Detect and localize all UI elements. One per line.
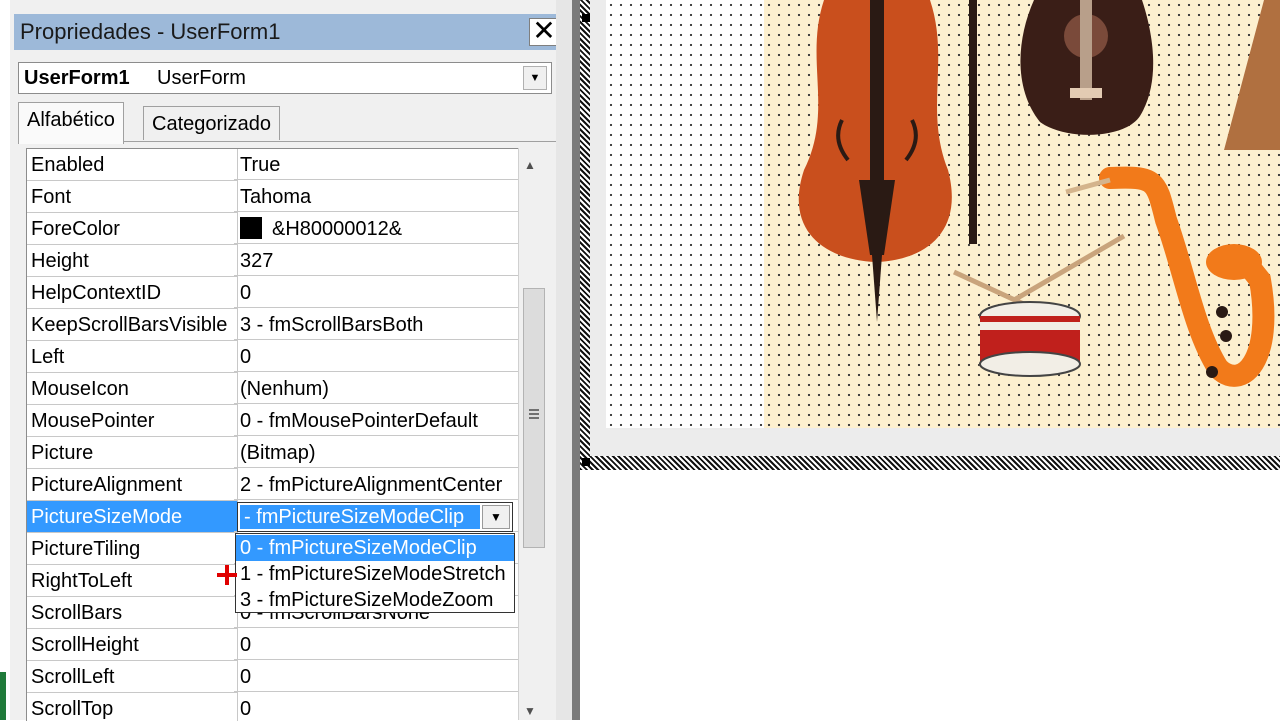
property-name[interactable]: PictureTiling bbox=[27, 533, 238, 565]
pane-splitter[interactable] bbox=[572, 0, 580, 720]
picturesizemode-combobox[interactable]: - fmPictureSizeModeClip ▼ bbox=[237, 502, 513, 532]
option-zoom[interactable]: 3 - fmPictureSizeModeZoom bbox=[236, 587, 514, 612]
instruments-illustration bbox=[798, 0, 1280, 387]
scroll-down-icon[interactable]: ▼ bbox=[524, 704, 536, 718]
property-name[interactable]: MousePointer bbox=[27, 405, 238, 437]
userform-frame[interactable] bbox=[590, 0, 1280, 460]
property-name[interactable]: RightToLeft bbox=[27, 565, 238, 597]
scrollbar-thumb[interactable] bbox=[523, 288, 545, 548]
property-row-keepscrollbarsvisible[interactable]: KeepScrollBarsVisible 3 - fmScrollBarsBot… bbox=[27, 309, 519, 341]
property-row-helpcontextid[interactable]: HelpContextID 0 bbox=[27, 277, 519, 309]
property-name[interactable]: PictureSizeMode bbox=[27, 501, 238, 533]
property-value[interactable]: 0 bbox=[234, 661, 519, 692]
property-row-mouseicon[interactable]: MouseIcon (Nenhum) bbox=[27, 373, 519, 405]
object-name: UserForm1 bbox=[24, 67, 130, 89]
close-button[interactable]: ✕ bbox=[529, 15, 559, 46]
properties-window: Propriedades - UserForm1 ✕ UserForm1 Use… bbox=[0, 0, 572, 721]
property-value[interactable]: (Nenhum) bbox=[234, 373, 519, 404]
property-row-left[interactable]: Left 0 bbox=[27, 341, 519, 373]
property-name[interactable]: Font bbox=[27, 181, 238, 213]
property-name[interactable]: Picture bbox=[27, 437, 238, 469]
resize-handle-bottom-left[interactable] bbox=[582, 458, 590, 466]
property-name[interactable]: Enabled bbox=[27, 149, 238, 181]
property-name[interactable]: PictureAlignment bbox=[27, 469, 238, 501]
picturesizemode-dropdown: 0 - fmPictureSizeModeClip 1 - fmPictureS… bbox=[235, 533, 515, 613]
option-clip[interactable]: 0 - fmPictureSizeModeClip bbox=[236, 535, 514, 561]
property-row-font[interactable]: Font Tahoma bbox=[27, 181, 519, 213]
window-right-edge bbox=[556, 0, 572, 720]
chevron-down-icon[interactable]: ▼ bbox=[482, 505, 510, 529]
property-row-picture[interactable]: Picture (Bitmap) bbox=[27, 437, 519, 469]
window-title: Propriedades - UserForm1 bbox=[20, 19, 281, 44]
property-row-scrollheight[interactable]: ScrollHeight 0 bbox=[27, 629, 519, 661]
property-name[interactable]: ScrollBars bbox=[27, 597, 238, 629]
property-row-scrollleft[interactable]: ScrollLeft 0 bbox=[27, 661, 519, 693]
property-row-height[interactable]: Height 327 bbox=[27, 245, 519, 277]
property-row-scrolltop[interactable]: ScrollTop 0 bbox=[27, 693, 519, 721]
form-selection-border-bottom bbox=[580, 456, 1280, 470]
property-value[interactable]: 3 - fmScrollBarsBoth bbox=[234, 309, 519, 340]
property-value[interactable]: 0 bbox=[234, 277, 519, 308]
property-name[interactable]: MouseIcon bbox=[27, 373, 238, 405]
property-name[interactable]: ForeColor bbox=[27, 213, 238, 245]
property-value[interactable]: Tahoma bbox=[234, 181, 519, 212]
property-value[interactable]: (Bitmap) bbox=[234, 437, 519, 468]
property-value[interactable]: 0 bbox=[234, 341, 519, 372]
property-name[interactable]: ScrollLeft bbox=[27, 661, 238, 693]
property-value[interactable]: 2 - fmPictureAlignmentCenter bbox=[234, 469, 519, 500]
property-value-text: &H80000012& bbox=[272, 218, 403, 240]
color-swatch bbox=[240, 217, 262, 240]
userform-picture bbox=[764, 0, 1280, 428]
object-selector[interactable]: UserForm1 UserForm ▼ bbox=[18, 62, 552, 94]
property-row-mousepointer[interactable]: MousePointer 0 - fmMousePointerDefault bbox=[27, 405, 519, 437]
property-name[interactable]: ScrollHeight bbox=[27, 629, 238, 661]
property-value[interactable]: 0 - fmMousePointerDefault bbox=[234, 405, 519, 436]
picturesizemode-value[interactable]: - fmPictureSizeModeClip bbox=[240, 505, 480, 529]
property-name[interactable]: Height bbox=[27, 245, 238, 277]
property-row-enabled[interactable]: Enabled True bbox=[27, 149, 519, 181]
property-value[interactable]: True bbox=[234, 149, 519, 180]
grip-icon bbox=[529, 409, 539, 419]
property-row-picturealignment[interactable]: PictureAlignment 2 - fmPictureAlignmentCe… bbox=[27, 469, 519, 501]
scroll-up-icon[interactable]: ▲ bbox=[524, 158, 536, 172]
property-scrollbar[interactable]: ▲ ▼ bbox=[518, 148, 549, 720]
property-row-forecolor[interactable]: ForeColor &H80000012& bbox=[27, 213, 519, 245]
property-value[interactable]: &H80000012& bbox=[234, 213, 519, 244]
chevron-down-icon[interactable]: ▼ bbox=[523, 66, 547, 90]
close-icon: ✕ bbox=[532, 15, 556, 46]
option-stretch[interactable]: 1 - fmPictureSizeModeStretch bbox=[236, 561, 514, 587]
cross-cursor-icon bbox=[217, 565, 237, 585]
property-name[interactable]: HelpContextID bbox=[27, 277, 238, 309]
tab-alfabetico[interactable]: Alfabético bbox=[18, 102, 124, 144]
resize-handle-top-left[interactable] bbox=[582, 14, 590, 22]
property-value[interactable]: 327 bbox=[234, 245, 519, 276]
properties-title-bar[interactable]: Propriedades - UserForm1 bbox=[14, 14, 560, 50]
taskbar-strip bbox=[0, 672, 6, 720]
property-name[interactable]: KeepScrollBarsVisible bbox=[27, 309, 238, 341]
property-name[interactable]: ScrollTop bbox=[27, 693, 238, 721]
tab-categorizado[interactable]: Categorizado bbox=[143, 106, 280, 140]
property-value[interactable]: 0 bbox=[234, 629, 519, 660]
left-edge bbox=[0, 0, 10, 720]
property-grid: Enabled True Font Tahoma ForeColor &H80000012… bbox=[26, 148, 519, 721]
form-designer bbox=[580, 0, 1280, 720]
property-value[interactable]: 0 bbox=[234, 693, 519, 721]
object-type: UserForm bbox=[157, 67, 246, 89]
property-name[interactable]: Left bbox=[27, 341, 238, 373]
